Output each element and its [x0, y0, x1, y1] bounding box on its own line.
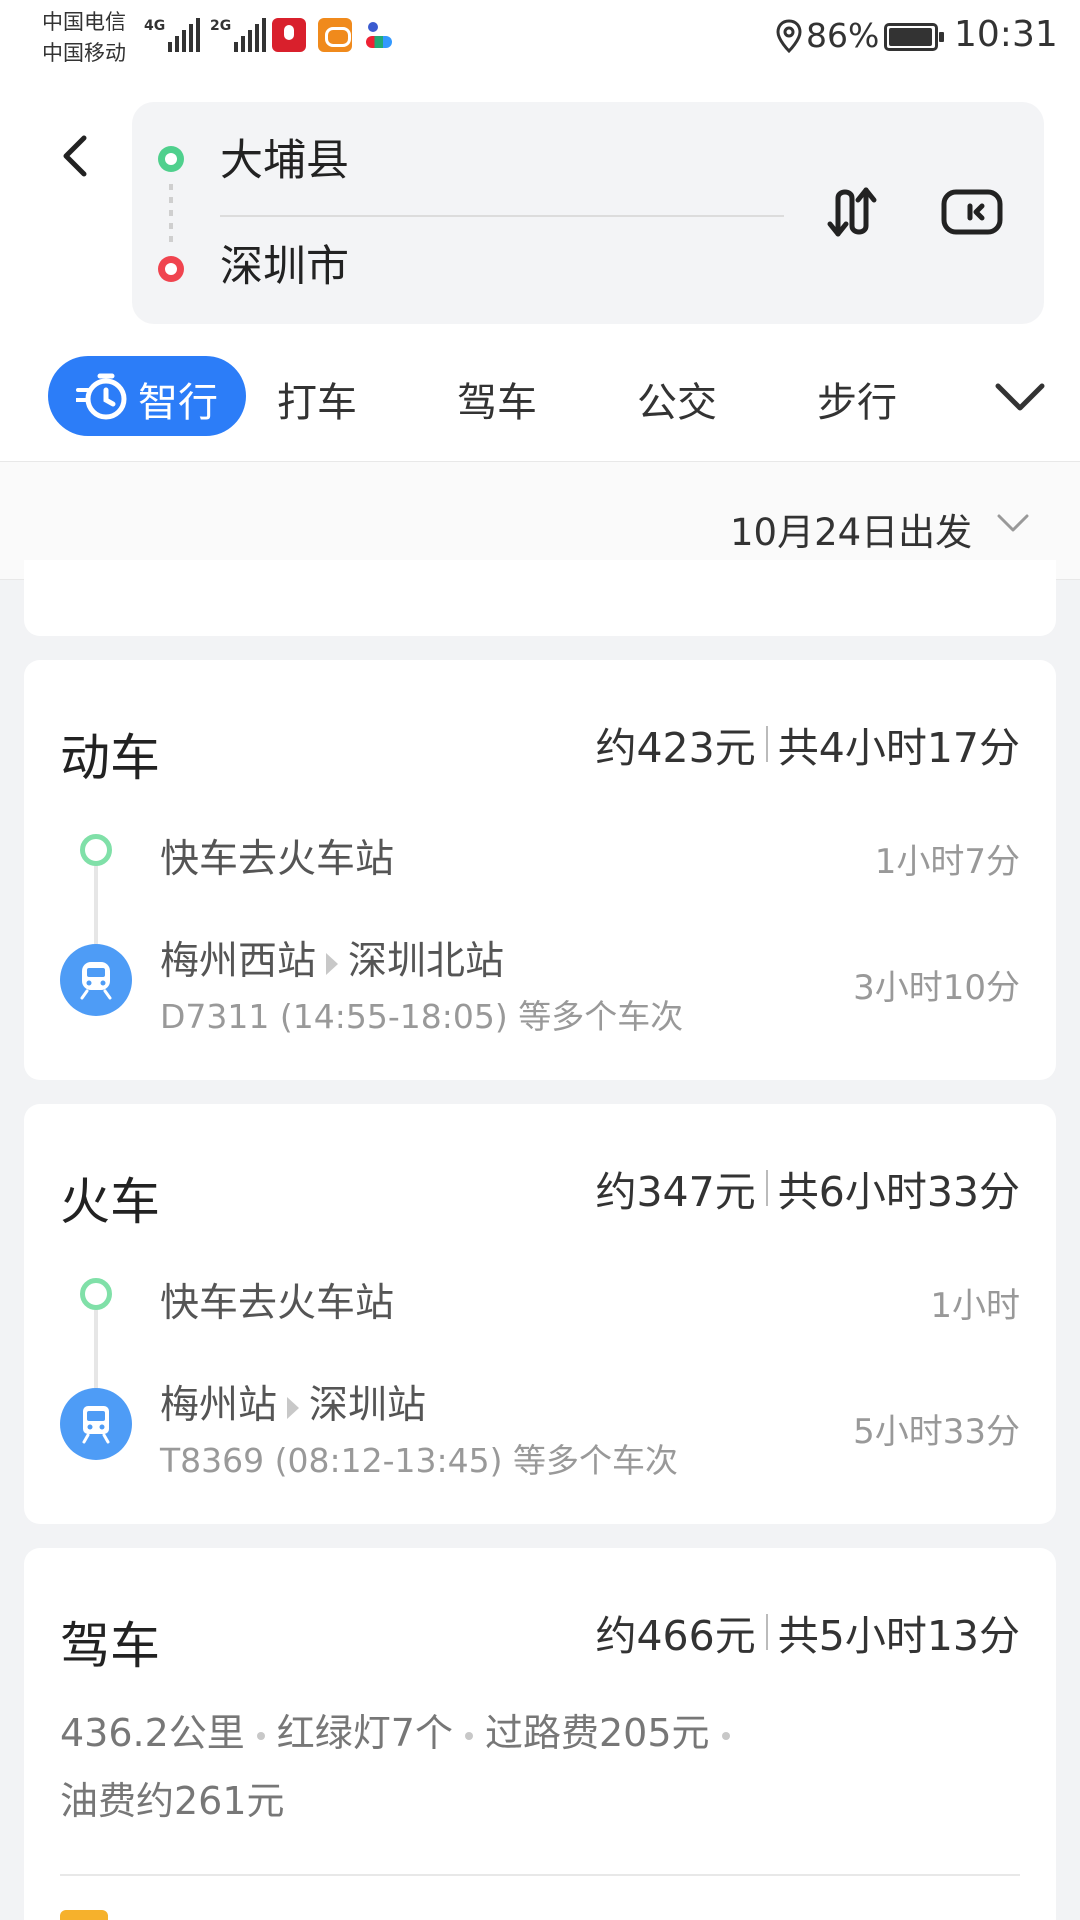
- travel-mode-tabs: 智行 打车 驾车 公交 步行: [0, 352, 1080, 452]
- status-bar: 中国电信 中国移动 4G 2G 86% 10:31: [0, 0, 1080, 80]
- route-connector: [169, 184, 173, 248]
- card-total-time: 共4小时17分: [777, 724, 1020, 772]
- sim2-signal-icon: 2G: [210, 18, 267, 52]
- tab-taxi[interactable]: 打车: [277, 370, 357, 428]
- leg-start-icon: [80, 834, 112, 866]
- arrow-right-icon: [326, 952, 339, 975]
- drive-toll: 过路费205元: [484, 1711, 710, 1755]
- chevron-down-icon: [997, 514, 1029, 532]
- station-from: 梅州站: [160, 1383, 278, 1428]
- station-to: 深圳北站: [348, 939, 505, 984]
- card-title: 动车: [60, 729, 160, 787]
- route-header: 大埔县 深圳市 智行 打车 驾车 公交 步行: [0, 80, 1080, 462]
- swap-route-icon[interactable]: [824, 180, 880, 244]
- battery-icon: [884, 23, 944, 51]
- route-card-drive[interactable]: 驾车 约466元 共5小时13分 436.2公里 红绿灯7个 过路费205元 油费约…: [24, 1548, 1056, 1920]
- drive-traffic-lights: 红绿灯7个: [276, 1711, 453, 1755]
- sim2-network-label: 2G: [210, 18, 232, 34]
- leg-taxi-text: 快车去火车站: [160, 1281, 395, 1326]
- card-summary: 约347元 共6小时33分: [595, 1158, 1020, 1218]
- tab-drive[interactable]: 驾车: [457, 370, 537, 428]
- card-total-time: 共5小时13分: [777, 1612, 1020, 1660]
- kids-app-icon: [362, 18, 396, 52]
- leg-taxi-duration: 1小时7分: [874, 842, 1020, 882]
- route-input-box: 大埔县 深圳市: [132, 102, 1044, 324]
- route-card-emu[interactable]: 动车 约423元 共4小时17分 快车去火车站 1小时7分 梅州西站 深圳北站 D…: [24, 660, 1056, 1080]
- leg-train-stations: 梅州站 深圳站: [160, 1374, 426, 1430]
- leg-taxi-text: 快车去火车站: [160, 837, 395, 882]
- back-icon[interactable]: [50, 124, 100, 188]
- card-total-time: 共6小时33分: [777, 1168, 1020, 1216]
- start-dot-icon: [158, 146, 184, 172]
- tab-bus[interactable]: 公交: [637, 370, 717, 428]
- carrier-2: 中国移动: [42, 41, 126, 65]
- cloud-app-icon: [318, 18, 352, 52]
- train-detail: D7311 (14:55-18:05) 等多个车次: [160, 997, 684, 1036]
- departure-date: 10月24日出发: [730, 511, 973, 554]
- route-card-train[interactable]: 火车 约347元 共6小时33分 快车去火车站 1小时 梅州站 深圳站 T8369…: [24, 1104, 1056, 1524]
- sim1-signal-icon: 4G: [144, 18, 201, 52]
- battery-percent: 86%: [806, 16, 880, 55]
- destination-field[interactable]: 深圳市: [220, 232, 349, 294]
- sim1-network-label: 4G: [144, 18, 166, 34]
- station-from: 梅州西站: [160, 939, 317, 984]
- origin-field[interactable]: 大埔县: [220, 126, 349, 188]
- drive-info-line1: 436.2公里 红绿灯7个 过路费205元: [60, 1702, 742, 1757]
- arrow-right-icon: [287, 1396, 300, 1419]
- train-icon: [60, 944, 132, 1016]
- drive-fuel: 油费约261元: [60, 1779, 285, 1823]
- route-tag-icon: [60, 1910, 108, 1920]
- chevron-down-icon[interactable]: [994, 378, 1046, 414]
- tab-walk[interactable]: 步行: [817, 370, 897, 428]
- leg-train-stations: 梅州西站 深圳北站: [160, 930, 504, 986]
- stopwatch-icon: [76, 373, 127, 420]
- recorder-app-icon: [272, 18, 306, 52]
- leg-train-duration: 5小时33分: [853, 1412, 1020, 1452]
- clock: 10:31: [954, 14, 1058, 55]
- route-divider: [220, 215, 784, 217]
- tab-smart-travel[interactable]: 智行: [48, 356, 246, 436]
- card-price: 约466元: [595, 1612, 756, 1660]
- tab-smart-travel-label: 智行: [138, 380, 218, 426]
- leg-train-duration: 3小时10分: [853, 968, 1020, 1008]
- card-title: 驾车: [60, 1617, 160, 1675]
- card-price: 约347元: [595, 1168, 756, 1216]
- train-icon: [60, 1388, 132, 1460]
- add-waypoint-icon[interactable]: [940, 186, 1004, 238]
- train-detail: T8369 (08:12-13:45) 等多个车次: [160, 1441, 678, 1480]
- drive-distance: 436.2公里: [60, 1711, 245, 1755]
- card-divider: [60, 1874, 1020, 1876]
- card-summary: 约466元 共5小时13分: [595, 1602, 1020, 1662]
- station-to: 深圳站: [309, 1383, 427, 1428]
- leg-start-icon: [80, 1278, 112, 1310]
- leg-taxi-duration: 1小时: [930, 1286, 1020, 1326]
- card-title: 火车: [60, 1173, 160, 1231]
- card-price: 约423元: [595, 724, 756, 772]
- location-icon: [776, 19, 802, 53]
- end-dot-icon: [158, 256, 184, 282]
- card-summary: 约423元 共4小时17分: [595, 714, 1020, 774]
- route-card-partial[interactable]: [24, 560, 1056, 636]
- carrier-1: 中国电信: [42, 10, 126, 34]
